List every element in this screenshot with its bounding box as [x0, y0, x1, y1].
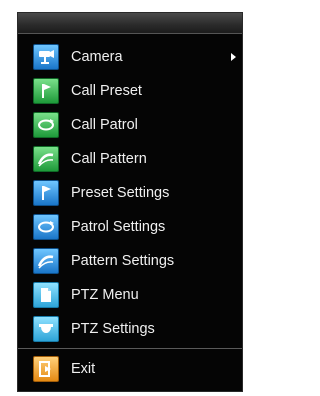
menu-item-call-pattern[interactable]: Call Pattern — [18, 142, 242, 176]
menu-item-label: Preset Settings — [71, 185, 170, 201]
flag-icon — [33, 180, 59, 206]
menu-item-label: PTZ Settings — [71, 321, 155, 337]
menu-item-ptz-menu[interactable]: PTZ Menu — [18, 278, 242, 312]
menu-item-label: Call Pattern — [71, 151, 147, 167]
menu-item-call-patrol[interactable]: Call Patrol — [18, 108, 242, 142]
menu-header — [18, 13, 242, 34]
flag-icon — [33, 78, 59, 104]
menu-divider — [18, 348, 242, 349]
menu-item-label: Pattern Settings — [71, 253, 175, 269]
menu-item-label: Exit — [71, 361, 96, 377]
menu-item-label: Camera — [71, 49, 123, 65]
ptz-context-menu: Camera Call Preset Call Patrol Call Patt… — [17, 12, 243, 392]
menu-item-exit[interactable]: Exit — [18, 352, 242, 386]
exit-icon — [33, 356, 59, 382]
menu-item-label: Call Preset — [71, 83, 142, 99]
patrol-icon — [33, 214, 59, 240]
document-icon — [33, 282, 59, 308]
patrol-icon — [33, 112, 59, 138]
menu-item-preset-settings[interactable]: Preset Settings — [18, 176, 242, 210]
menu-item-ptz-settings[interactable]: PTZ Settings — [18, 312, 242, 346]
pattern-icon — [33, 146, 59, 172]
dome-camera-icon — [33, 316, 59, 342]
menu-item-label: PTZ Menu — [71, 287, 139, 303]
menu-item-call-preset[interactable]: Call Preset — [18, 74, 242, 108]
pattern-icon — [33, 248, 59, 274]
menu-item-label: Patrol Settings — [71, 219, 166, 235]
menu-item-pattern-settings[interactable]: Pattern Settings — [18, 244, 242, 278]
submenu-arrow-icon — [231, 53, 236, 61]
menu-item-patrol-settings[interactable]: Patrol Settings — [18, 210, 242, 244]
camera-icon — [33, 44, 59, 70]
menu-item-label: Call Patrol — [71, 117, 138, 133]
menu-item-camera[interactable]: Camera — [18, 40, 242, 74]
